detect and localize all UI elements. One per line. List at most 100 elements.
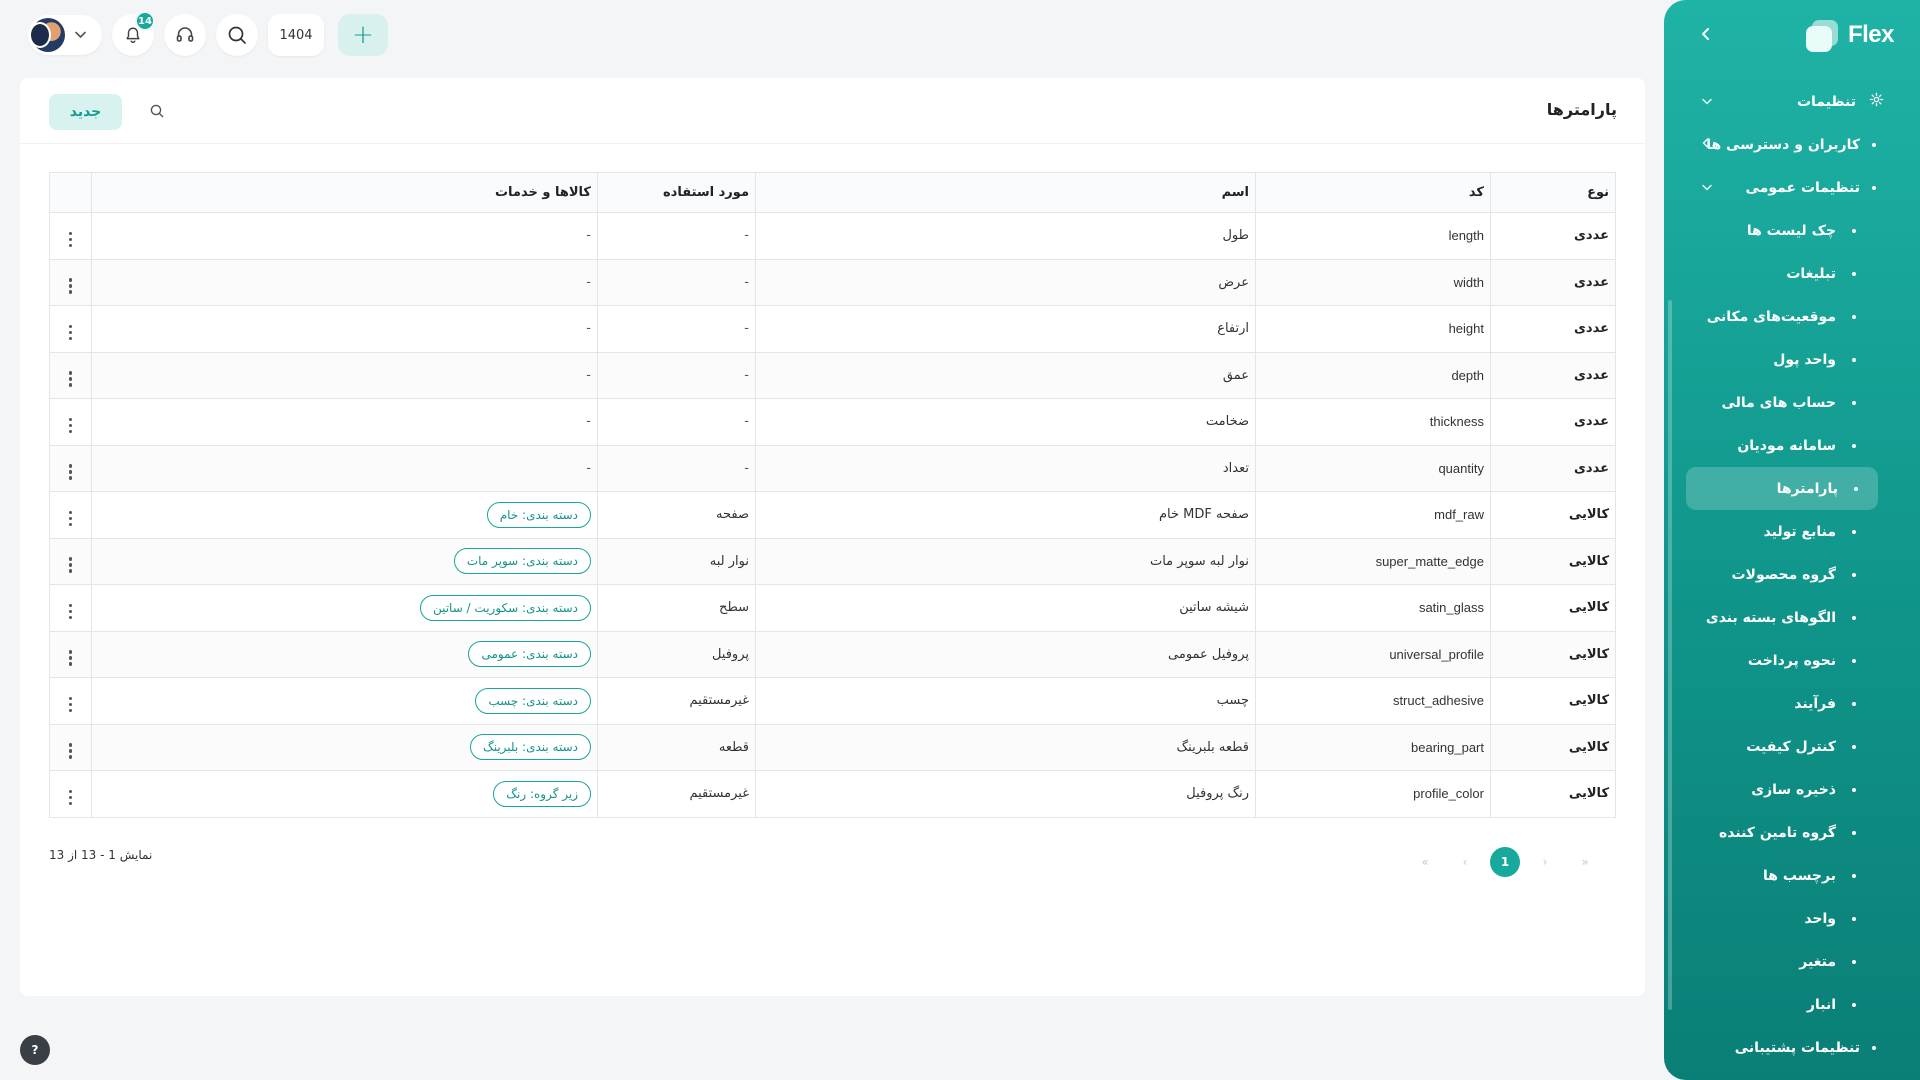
sidebar-item[interactable]: گروه تامین کننده <box>1664 811 1920 854</box>
notifications-badge: 14 <box>135 11 155 31</box>
quick-add-button[interactable]: + <box>338 14 388 56</box>
column-header-goods[interactable]: کالاها و خدمات <box>91 172 598 213</box>
table-row[interactable]: کالایی super_matte_edge نوار لبه سوپر مات ن… <box>49 537 1616 585</box>
sidebar-collapse-button[interactable] <box>1694 22 1718 46</box>
row-menu-icon[interactable] <box>68 789 73 806</box>
support-button[interactable] <box>164 14 206 56</box>
bullet-icon <box>1852 228 1856 233</box>
column-header-name[interactable]: اسم <box>755 172 1256 213</box>
sidebar-item[interactable]: الگوهای بسته بندی <box>1664 596 1920 639</box>
category-tag[interactable]: دسته بندی: سوپر مات <box>453 548 591 575</box>
category-tag[interactable]: دسته بندی: سکوریت / ساتین <box>419 594 591 621</box>
row-menu-icon[interactable] <box>68 278 73 294</box>
table-row[interactable]: کالایی profile_color رنگ پروفیل غیرمستقیم زی… <box>49 770 1616 818</box>
cell-code: universal_profile <box>1255 630 1491 678</box>
user-menu[interactable] <box>28 15 102 55</box>
row-menu-icon[interactable] <box>68 464 73 480</box>
next-page-button[interactable]: › <box>1530 847 1560 877</box>
help-button[interactable]: ? <box>20 1035 50 1065</box>
table-search-button[interactable] <box>148 102 166 120</box>
page-button-current[interactable]: 1 <box>1490 847 1520 877</box>
chevron-left-icon[interactable] <box>1702 138 1709 151</box>
bullet-icon <box>1852 314 1856 319</box>
table-row[interactable]: کالایی satin_glass شیشه ساتین سطح دسته بندی:… <box>49 584 1616 632</box>
cell-code: mdf_raw <box>1255 491 1491 539</box>
row-menu-icon[interactable] <box>68 650 73 666</box>
cell-type: کالایی <box>1490 723 1616 771</box>
row-menu-icon[interactable] <box>68 603 73 620</box>
cell-name: عمق <box>755 351 1256 399</box>
sidebar-item[interactable]: واحد پول <box>1664 338 1920 381</box>
table-row[interactable]: کالایی mdf_raw صفحه MDF خام صفحه دسته بندی: … <box>49 491 1616 539</box>
category-tag[interactable]: دسته بندی: چسب <box>475 687 591 714</box>
sidebar-item[interactable]: تبلیغات <box>1664 252 1920 295</box>
sidebar-item[interactable]: کاربران و دسترسی ها <box>1664 123 1920 166</box>
column-header-usage[interactable]: مورد استفاده <box>597 172 756 213</box>
sidebar-item[interactable]: چک لیست ها <box>1664 209 1920 252</box>
category-tag[interactable]: دسته بندی: خام <box>486 501 591 528</box>
table-row[interactable]: عددی quantity تعداد - - <box>49 444 1616 492</box>
chevron-down-icon <box>75 29 86 42</box>
row-menu-icon[interactable] <box>68 324 73 341</box>
column-header-type[interactable]: نوع <box>1490 172 1616 213</box>
sidebar-item[interactable]: برچسب ها <box>1664 854 1920 897</box>
column-header-actions <box>49 172 92 213</box>
sidebar-item[interactable]: پارامترها <box>1686 467 1878 510</box>
table-row[interactable]: کالایی universal_profile پروفیل عمومی پروفی… <box>49 630 1616 678</box>
sidebar-item[interactable]: واحد <box>1664 897 1920 940</box>
sidebar-item[interactable]: کنترل کیفیت <box>1664 725 1920 768</box>
sidebar-item[interactable]: حساب های مالی <box>1664 381 1920 424</box>
row-menu-icon[interactable] <box>68 557 73 573</box>
sidebar-item[interactable]: تنظیمات عمومی <box>1664 166 1920 209</box>
sidebar-item[interactable]: متغیر <box>1664 940 1920 983</box>
column-header-code[interactable]: کد <box>1255 172 1491 213</box>
cell-usage: نوار لبه <box>597 537 756 585</box>
category-tag[interactable]: دسته بندی: بلبرینگ <box>469 734 591 761</box>
cell-type: کالایی <box>1490 491 1616 539</box>
cell-actions <box>49 258 92 306</box>
table-row[interactable]: عددی height ارتفاع - - <box>49 305 1616 353</box>
sidebar-item-label: متغیر <box>1799 953 1836 970</box>
notifications-button[interactable]: 14 <box>112 11 155 56</box>
table-row[interactable]: عددی length طول - - <box>49 212 1616 260</box>
row-menu-icon[interactable] <box>68 371 73 387</box>
category-tag[interactable]: زیر گروه: رنگ <box>493 780 591 807</box>
fiscal-year-selector[interactable]: 1404 <box>268 14 324 56</box>
cell-name: نوار لبه سوپر مات <box>755 537 1256 585</box>
bullet-icon <box>1852 1002 1856 1007</box>
table-row[interactable]: عددی thickness ضخامت - - <box>49 398 1616 446</box>
row-menu-icon[interactable] <box>68 510 73 527</box>
table-row[interactable]: عددی width عرض - - <box>49 258 1616 306</box>
chevron-down-icon[interactable] <box>1702 95 1712 108</box>
sidebar-item[interactable]: سامانه مودیان <box>1664 424 1920 467</box>
sidebar-item[interactable]: انبار <box>1664 983 1920 1026</box>
sidebar-item[interactable]: تنظیمات <box>1664 80 1920 123</box>
sidebar: Flex تنظیمات کاربران و دسترسی ها تنظیمات ع… <box>1664 0 1920 1080</box>
sidebar-item[interactable]: منابع تولید <box>1664 510 1920 553</box>
new-button[interactable]: جدید <box>49 94 122 130</box>
sidebar-item[interactable]: ذخیره سازی <box>1664 768 1920 811</box>
table-row[interactable]: کالایی bearing_part قطعه بلبرینگ قطعه دسته ب… <box>49 723 1616 771</box>
prev-page-button[interactable]: ‹ <box>1450 847 1480 877</box>
last-page-button[interactable]: » <box>1570 847 1600 877</box>
global-search-button[interactable] <box>216 14 258 56</box>
sidebar-item[interactable]: گروه محصولات <box>1664 553 1920 596</box>
chevron-down-icon[interactable] <box>1702 181 1712 194</box>
sidebar-item[interactable]: نحوه پرداخت <box>1664 639 1920 682</box>
sidebar-item[interactable]: تنظیمات پشتیبانی <box>1664 1026 1920 1069</box>
first-page-button[interactable]: « <box>1410 847 1440 877</box>
row-menu-icon[interactable] <box>68 231 73 248</box>
row-menu-icon[interactable] <box>68 696 73 713</box>
cell-usage: غیرمستقیم <box>597 770 756 818</box>
category-tag[interactable]: دسته بندی: عمومی <box>468 641 591 668</box>
table-row[interactable]: عددی depth عمق - - <box>49 351 1616 399</box>
sidebar-item-label: واحد پول <box>1773 351 1836 368</box>
cell-goods: - <box>91 305 598 353</box>
cell-type: عددی <box>1490 305 1616 353</box>
sidebar-item[interactable]: موقعیت‌های مکانی <box>1664 295 1920 338</box>
sidebar-item[interactable]: فرآیند <box>1664 682 1920 725</box>
brand[interactable]: Flex <box>1804 18 1895 52</box>
row-menu-icon[interactable] <box>68 417 73 434</box>
table-row[interactable]: کالایی struct_adhesive چسب غیرمستقیم دسته بن… <box>49 677 1616 725</box>
row-menu-icon[interactable] <box>68 743 73 759</box>
